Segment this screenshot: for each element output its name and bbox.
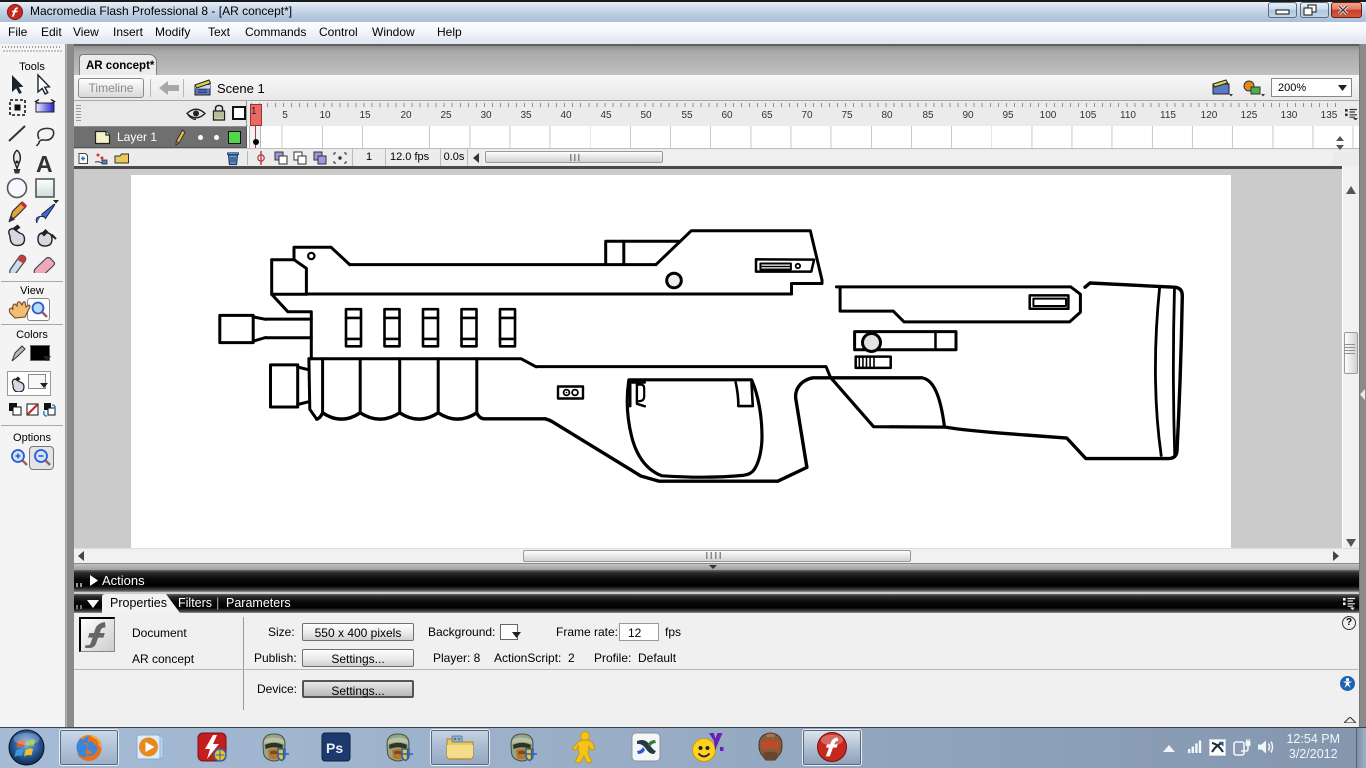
svg-text:Ps: Ps [326,740,343,756]
svg-text:A: A [36,151,53,177]
